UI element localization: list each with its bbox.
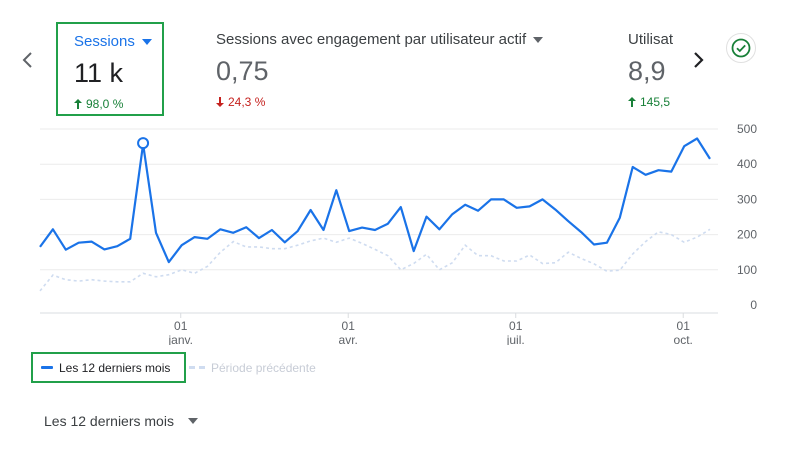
legend-current-label: Les 12 derniers mois bbox=[59, 360, 171, 375]
legend-current-swatch bbox=[41, 366, 53, 369]
period-selector[interactable]: Les 12 derniers mois bbox=[44, 408, 198, 434]
x-axis: 01janv.01avr.01juil.01oct. bbox=[167, 313, 693, 345]
y-axis: 500 400 300 200 100 0 bbox=[737, 122, 757, 312]
legend-previous-label: Période précédente bbox=[211, 360, 316, 375]
x-tick-day: 01 bbox=[174, 319, 188, 333]
y-tick-label: 300 bbox=[737, 192, 757, 206]
x-tick-month: oct. bbox=[674, 333, 693, 345]
x-tick-day: 01 bbox=[342, 319, 356, 333]
caret-down-icon bbox=[187, 418, 198, 424]
x-tick-day: 01 bbox=[509, 319, 523, 333]
legend-previous-swatch bbox=[189, 366, 205, 369]
y-tick-label: 500 bbox=[737, 122, 757, 136]
period-selector-label: Les 12 derniers mois bbox=[44, 413, 174, 429]
y-tick-label: 100 bbox=[737, 263, 757, 277]
x-tick-month: juil. bbox=[506, 333, 525, 345]
sessions-line-chart: 5004003002001000 01janv.01avr.01juil.01o… bbox=[39, 122, 757, 345]
x-tick-day: 01 bbox=[677, 319, 691, 333]
chart-series bbox=[39, 137, 711, 292]
x-tick-month: janv. bbox=[167, 333, 192, 345]
analytics-card: Sessions 11 k 98,0 % Sessions avec engag… bbox=[0, 0, 789, 450]
legend-previous-period[interactable]: Période précédente bbox=[189, 352, 316, 383]
highlight-point bbox=[137, 137, 150, 150]
x-tick-month: avr. bbox=[339, 333, 358, 345]
y-tick-label: 0 bbox=[750, 298, 757, 312]
y-tick-label: 200 bbox=[737, 228, 757, 242]
legend-current-period[interactable]: Les 12 derniers mois bbox=[31, 352, 186, 383]
y-tick-label: 400 bbox=[737, 157, 757, 171]
series-last-12-months bbox=[39, 137, 711, 264]
